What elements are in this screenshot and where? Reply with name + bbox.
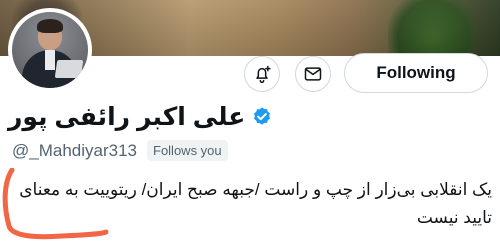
- following-button[interactable]: Following: [344, 53, 488, 93]
- verified-badge-icon[interactable]: [251, 106, 273, 128]
- bio-line-2: تایید نیست: [416, 208, 492, 227]
- avatar-image: [12, 12, 88, 88]
- bell-plus-icon: [256, 65, 271, 84]
- name-row: علی اکبر رائفی پور: [8, 100, 273, 134]
- bio-line-1: یک انقلابی بی‌زار از چپ و راست /جبهه صبح…: [19, 180, 492, 199]
- handle-row: @_Mahdiyar313 Follows you: [12, 140, 228, 161]
- display-name: علی اکبر رائفی پور: [8, 103, 246, 131]
- profile-bio: یک انقلابی بی‌زار از چپ و راست /جبهه صبح…: [8, 176, 492, 232]
- notify-button[interactable]: [244, 56, 280, 92]
- username-handle: @_Mahdiyar313: [12, 140, 137, 160]
- message-button[interactable]: [295, 56, 331, 92]
- follows-you-badge: Follows you: [147, 140, 228, 161]
- envelope-icon: [304, 67, 322, 81]
- avatar[interactable]: [8, 8, 92, 92]
